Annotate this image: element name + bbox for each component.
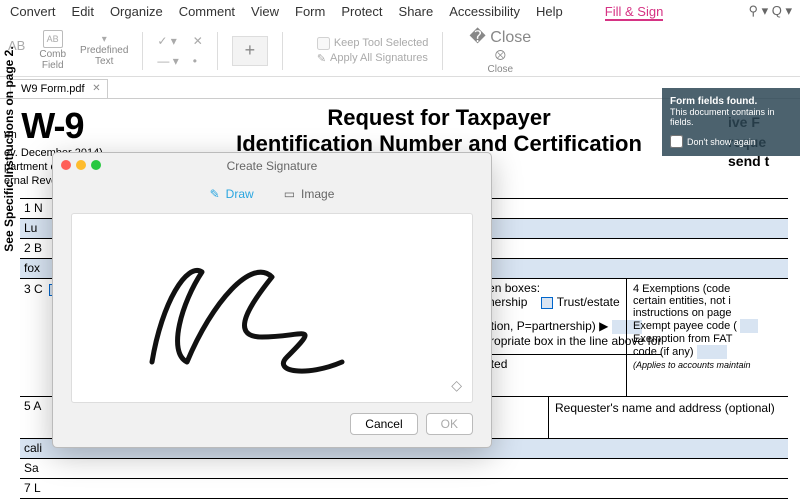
tool-check-icon[interactable]: ✓ ▾ <box>157 34 178 48</box>
image-icon: ▭ <box>284 187 295 201</box>
tab-w9[interactable]: W9 Form.pdf✕ <box>10 79 108 98</box>
pencil-icon: ✎ <box>210 187 220 201</box>
tool-line-icon[interactable]: — ▾ <box>157 54 178 68</box>
field-exempt[interactable] <box>740 319 758 333</box>
tab-draw[interactable]: ✎Draw <box>210 187 254 201</box>
menubar: Convert Edit Organize Comment View Form … <box>0 0 800 25</box>
menu-fill-sign[interactable]: Fill & Sign <box>605 4 664 21</box>
tool-comb-field[interactable]: ABComb Field <box>39 30 66 71</box>
menu-share[interactable]: Share <box>399 4 434 21</box>
window-minimize-icon[interactable] <box>76 160 86 170</box>
menu-help[interactable]: Help <box>536 4 563 21</box>
dialog-titlebar: Create Signature <box>53 153 491 179</box>
menu-view[interactable]: View <box>251 4 279 21</box>
toolbar: AB ABComb Field ▾Predefined Text ✓ ▾ — ▾… <box>0 25 800 77</box>
menu-convert[interactable]: Convert <box>10 4 56 21</box>
add-signature-button[interactable]: + <box>232 36 268 66</box>
tool-dot-icon[interactable]: • <box>193 54 203 68</box>
row-7: 7 L <box>20 479 788 499</box>
field-fatca[interactable] <box>697 345 727 359</box>
search-icon[interactable]: ⚲ ▾ Q ▾ <box>748 3 792 19</box>
cancel-button[interactable]: Cancel <box>350 413 417 435</box>
form-fields-notice: Form fields found. This document contain… <box>662 88 800 156</box>
menu-organize[interactable]: Organize <box>110 4 163 21</box>
dont-show-checkbox[interactable] <box>670 135 683 148</box>
tab-image[interactable]: ▭Image <box>284 187 335 201</box>
menu-accessibility[interactable]: Accessibility <box>449 4 520 21</box>
tool-x-icon[interactable]: ✕ <box>193 34 203 48</box>
apply-all-button[interactable]: ✎ Apply All Signatures <box>317 52 429 65</box>
menu-protect[interactable]: Protect <box>341 4 382 21</box>
tool-predefined-text[interactable]: ▾Predefined Text <box>80 34 128 67</box>
checkbox-trust[interactable] <box>541 297 553 309</box>
requester-box: Requester's name and address (optional) <box>548 397 788 438</box>
close-button[interactable]: � CloseClose⮾Close <box>469 27 531 75</box>
window-close-icon[interactable] <box>61 160 71 170</box>
menu-edit[interactable]: Edit <box>72 4 94 21</box>
ok-button[interactable]: OK <box>426 413 473 435</box>
exemptions-box: 4 Exemptions (code certain entities, not… <box>626 279 788 396</box>
menu-comment[interactable]: Comment <box>179 4 235 21</box>
row-sa: Sa <box>20 459 788 479</box>
signature-drawing <box>132 242 412 392</box>
window-zoom-icon[interactable] <box>91 160 101 170</box>
eraser-icon[interactable]: ◇ <box>451 377 462 394</box>
signature-canvas[interactable]: ◇ <box>71 213 473 403</box>
close-icon[interactable]: ✕ <box>92 83 100 94</box>
create-signature-dialog: Create Signature ✎Draw ▭Image ◇ Cancel O… <box>52 152 492 448</box>
rotated-label: See Specific Instructions on page 2. <box>2 9 16 289</box>
menu-form[interactable]: Form <box>295 4 325 21</box>
keep-tool-checkbox[interactable]: Keep Tool Selected <box>317 37 429 50</box>
